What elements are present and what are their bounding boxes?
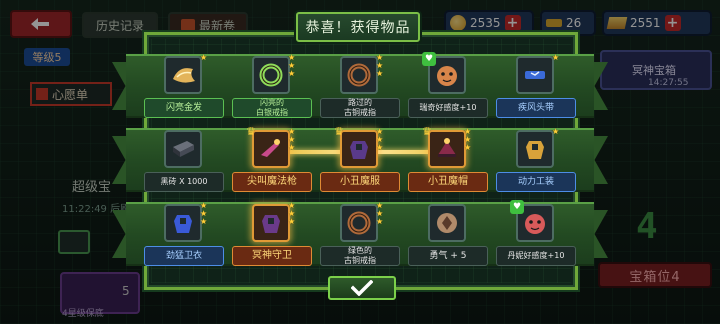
rarity-stars-icon: ★ ★ ★	[288, 201, 296, 226]
reward-item-label: 动力工装	[496, 172, 576, 192]
reward-item-label: 疾风头带	[496, 98, 576, 118]
reward-item-label: 闪亮金发	[144, 98, 224, 118]
reward-row-1: ★ 闪亮金发 ★ ★ ★ 闪亮的 白银戒指 ★ ★ ★ 路过的 古铜戒指 ♥ 瑞奇好感度+10 ★ 疾风头…	[140, 52, 580, 124]
reward-item-label: 瑞奇好感度+10	[408, 98, 488, 118]
reward-item-label: 劲猛卫衣	[144, 246, 224, 266]
set-badge-icon: ♛	[334, 125, 344, 138]
affinity-badge-icon: ♥	[510, 200, 524, 214]
reward-item-label: 勇气 + 5	[408, 246, 488, 266]
reward-item-label: 丹妮好感度+10	[496, 246, 576, 266]
reward-item-label: 路过的 古铜戒指	[320, 98, 400, 118]
reward-item[interactable]: ★ ★ ★ 冥神守卫	[228, 200, 316, 272]
reward-item[interactable]: ★ ★ ★ 闪亮的 白银戒指	[228, 52, 316, 124]
golden-hair-icon	[164, 56, 202, 94]
reward-item-label: 绿色的 古铜戒指	[320, 246, 400, 266]
checkmark-icon	[351, 280, 373, 296]
rarity-stars-icon: ★	[552, 127, 560, 136]
power-suit-icon	[516, 130, 554, 168]
bronze-ring-icon	[340, 56, 378, 94]
reward-item[interactable]: ★ 动力工装	[492, 126, 580, 198]
hoodie-icon	[164, 204, 202, 242]
rarity-stars-icon: ★ ★ ★	[200, 201, 208, 226]
black-brick-icon	[164, 130, 202, 168]
reward-item-label: 尖叫魔法枪	[232, 172, 312, 192]
underworld-guard-icon	[252, 204, 290, 242]
reward-item[interactable]: ★ ★ ★ ♛ 小丑魔服	[316, 126, 404, 198]
reward-item-label: 闪亮的 白银戒指	[232, 98, 312, 118]
reward-item[interactable]: ★ ★ ★ ♛ 小丑魔帽	[404, 126, 492, 198]
reward-row-3: ★ ★ ★ 劲猛卫衣 ★ ★ ★ 冥神守卫 ★ ★ ★ 绿色的 古铜戒指 勇气 + 5 ♥ 丹妮好感度+10	[140, 200, 580, 272]
green-bronze-ring-icon	[340, 204, 378, 242]
popup-title-banner: 恭喜！获得物品	[296, 12, 420, 42]
reward-item[interactable]: 黑砖 X 1000	[140, 126, 228, 198]
popup-title: 恭喜！获得物品	[305, 20, 411, 36]
rarity-stars-icon: ★ ★ ★	[376, 53, 384, 78]
reward-item[interactable]: 勇气 + 5	[404, 200, 492, 272]
reward-item-label: 冥神守卫	[232, 246, 312, 266]
reward-item[interactable]: ★ 闪亮金发	[140, 52, 228, 124]
reward-row-2: 黑砖 X 1000 ★ ★ ★ ♛ 尖叫魔法枪 ★ ★ ★ ♛ 小丑魔服 ★ ★ ★ ♛ 小丑魔帽 ★ 动力工装	[140, 126, 580, 198]
reward-item[interactable]: ★ ★ ★ ♛ 尖叫魔法枪	[228, 126, 316, 198]
reward-item[interactable]: ★ ★ ★ 绿色的 古铜戒指	[316, 200, 404, 272]
affinity-badge-icon: ♥	[422, 52, 436, 66]
reward-item-label: 小丑魔服	[320, 172, 400, 192]
rarity-stars-icon: ★ ★ ★	[464, 127, 472, 152]
reward-item[interactable]: ★ ★ ★ 劲猛卫衣	[140, 200, 228, 272]
rarity-stars-icon: ★	[200, 53, 208, 62]
rarity-stars-icon: ★ ★ ★	[288, 127, 296, 152]
reward-item[interactable]: ♥ 瑞奇好感度+10	[404, 52, 492, 124]
reward-item[interactable]: ★ 疾风头带	[492, 52, 580, 124]
rarity-stars-icon: ★	[552, 53, 560, 62]
rarity-stars-icon: ★ ★ ★	[376, 127, 384, 152]
courage-icon	[428, 204, 466, 242]
set-badge-icon: ♛	[422, 125, 432, 138]
confirm-button[interactable]	[328, 276, 396, 300]
reward-item-label: 黑砖 X 1000	[144, 172, 224, 192]
wind-headband-icon	[516, 56, 554, 94]
reward-item[interactable]: ★ ★ ★ 路过的 古铜戒指	[316, 52, 404, 124]
rarity-stars-icon: ★ ★ ★	[376, 201, 384, 226]
reward-item-label: 小丑魔帽	[408, 172, 488, 192]
set-badge-icon: ♛	[246, 125, 256, 138]
rarity-stars-icon: ★ ★ ★	[288, 53, 296, 78]
reward-item[interactable]: ♥ 丹妮好感度+10	[492, 200, 580, 272]
silver-ring-icon	[252, 56, 290, 94]
